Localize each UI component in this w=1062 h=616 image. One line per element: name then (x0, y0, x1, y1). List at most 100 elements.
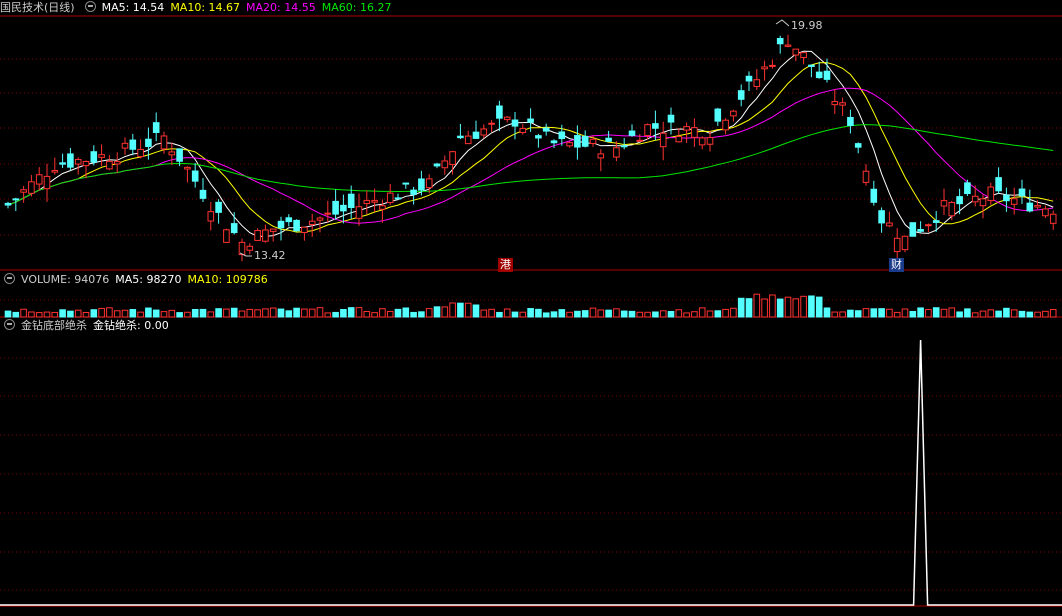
volume-bar (324, 312, 332, 318)
hk-connect-marker[interactable]: 港 (498, 258, 513, 272)
candle-body (433, 163, 441, 167)
candle-body (28, 181, 35, 194)
candle-body (761, 66, 768, 70)
volume-bar (722, 308, 729, 318)
volume-bar (67, 310, 74, 318)
volume-bar (917, 307, 924, 318)
volume-bar (394, 308, 402, 318)
toggle-icon[interactable] (84, 1, 96, 12)
volume-bar (979, 310, 987, 318)
low-price-label: 13.42 (254, 249, 286, 262)
candle-body (730, 110, 737, 117)
candle-body (636, 139, 644, 142)
volume-bar (776, 298, 784, 318)
candle-body (223, 229, 230, 243)
candle-body (535, 135, 542, 139)
ma10-readout: MA10: 14.67 (170, 1, 241, 14)
volume-bar (254, 309, 261, 318)
volume-bar (737, 297, 745, 318)
candle-body (12, 198, 20, 201)
volume-bar (574, 310, 581, 318)
candle-body (823, 70, 831, 80)
candle-body (67, 153, 74, 168)
candle-body (207, 211, 215, 222)
candle-body (979, 198, 987, 207)
candle-body (51, 170, 59, 173)
candle-body (909, 222, 917, 237)
volume-bar (964, 308, 971, 318)
volume-bars (4, 293, 1057, 318)
volume-bar (558, 309, 566, 318)
stock-title: 国民技术(日线) (0, 1, 75, 14)
candle-body (230, 223, 238, 234)
volume-bar (386, 310, 394, 318)
volume-bar (675, 309, 683, 318)
candle-body (917, 229, 924, 232)
volume-bar (332, 311, 339, 318)
volume-bar (496, 311, 503, 318)
volume-bar (909, 310, 917, 318)
indicator-value: 金钻绝杀: 0.00 (93, 319, 169, 332)
candle-body (20, 189, 27, 193)
volume-bar (59, 309, 66, 318)
volume-bar (160, 311, 168, 318)
chart-canvas[interactable] (0, 0, 1062, 616)
toggle-icon[interactable] (4, 319, 15, 330)
volume-bar (238, 310, 246, 318)
volume-bar (613, 308, 620, 318)
candle-body (464, 135, 472, 145)
candle-body (301, 226, 308, 234)
volume-bar (184, 311, 191, 318)
volume-bar (698, 307, 706, 318)
toggle-icon[interactable] (4, 273, 15, 284)
candle-body (308, 220, 316, 226)
volume-bar (199, 308, 207, 318)
volume-bar (425, 308, 433, 318)
candle-body (597, 153, 605, 159)
candle-body (59, 162, 66, 165)
volume-bar (862, 308, 870, 318)
candle-body (519, 127, 527, 133)
candle-body (1003, 194, 1010, 202)
volume-bar (628, 310, 636, 318)
candle-body (683, 126, 690, 131)
volume-bar (815, 296, 823, 318)
volume-bar (472, 304, 480, 318)
candle-body (769, 64, 776, 67)
volume-bar (480, 309, 488, 318)
volume-bar (652, 311, 659, 318)
volume-bar (152, 309, 160, 318)
volume-bar (659, 310, 667, 318)
volume-bar (519, 311, 527, 318)
candle-body (363, 200, 371, 205)
volume-bar (893, 311, 901, 318)
volume-bar (121, 309, 129, 318)
candle-body (35, 174, 43, 185)
candle-body (425, 178, 433, 189)
financial-report-marker[interactable]: 财 (889, 258, 904, 272)
volume-bar (433, 306, 441, 318)
candle-body (667, 114, 675, 123)
candle-body (675, 136, 683, 143)
volume-bar (301, 308, 308, 318)
candle-body (1042, 208, 1049, 217)
volume-bar (878, 308, 885, 318)
candle-body (168, 151, 176, 156)
volume-bar (74, 309, 82, 318)
candle-body (238, 241, 246, 256)
volume-readout: VOLUME: 94076 (21, 273, 110, 286)
candle-body (402, 182, 410, 185)
candle-body (737, 90, 745, 100)
volume-bar (35, 312, 43, 318)
indicator-series (0, 339, 1062, 606)
candle-body (82, 161, 90, 167)
volume-bar (347, 307, 355, 318)
candle-body (800, 52, 807, 59)
candle-body (199, 189, 207, 199)
volume-bar (308, 308, 316, 318)
candle-body (113, 161, 121, 165)
candle-body (698, 137, 706, 146)
candle-body (605, 137, 612, 142)
volume-bar (137, 311, 144, 318)
candle-body (574, 135, 581, 148)
